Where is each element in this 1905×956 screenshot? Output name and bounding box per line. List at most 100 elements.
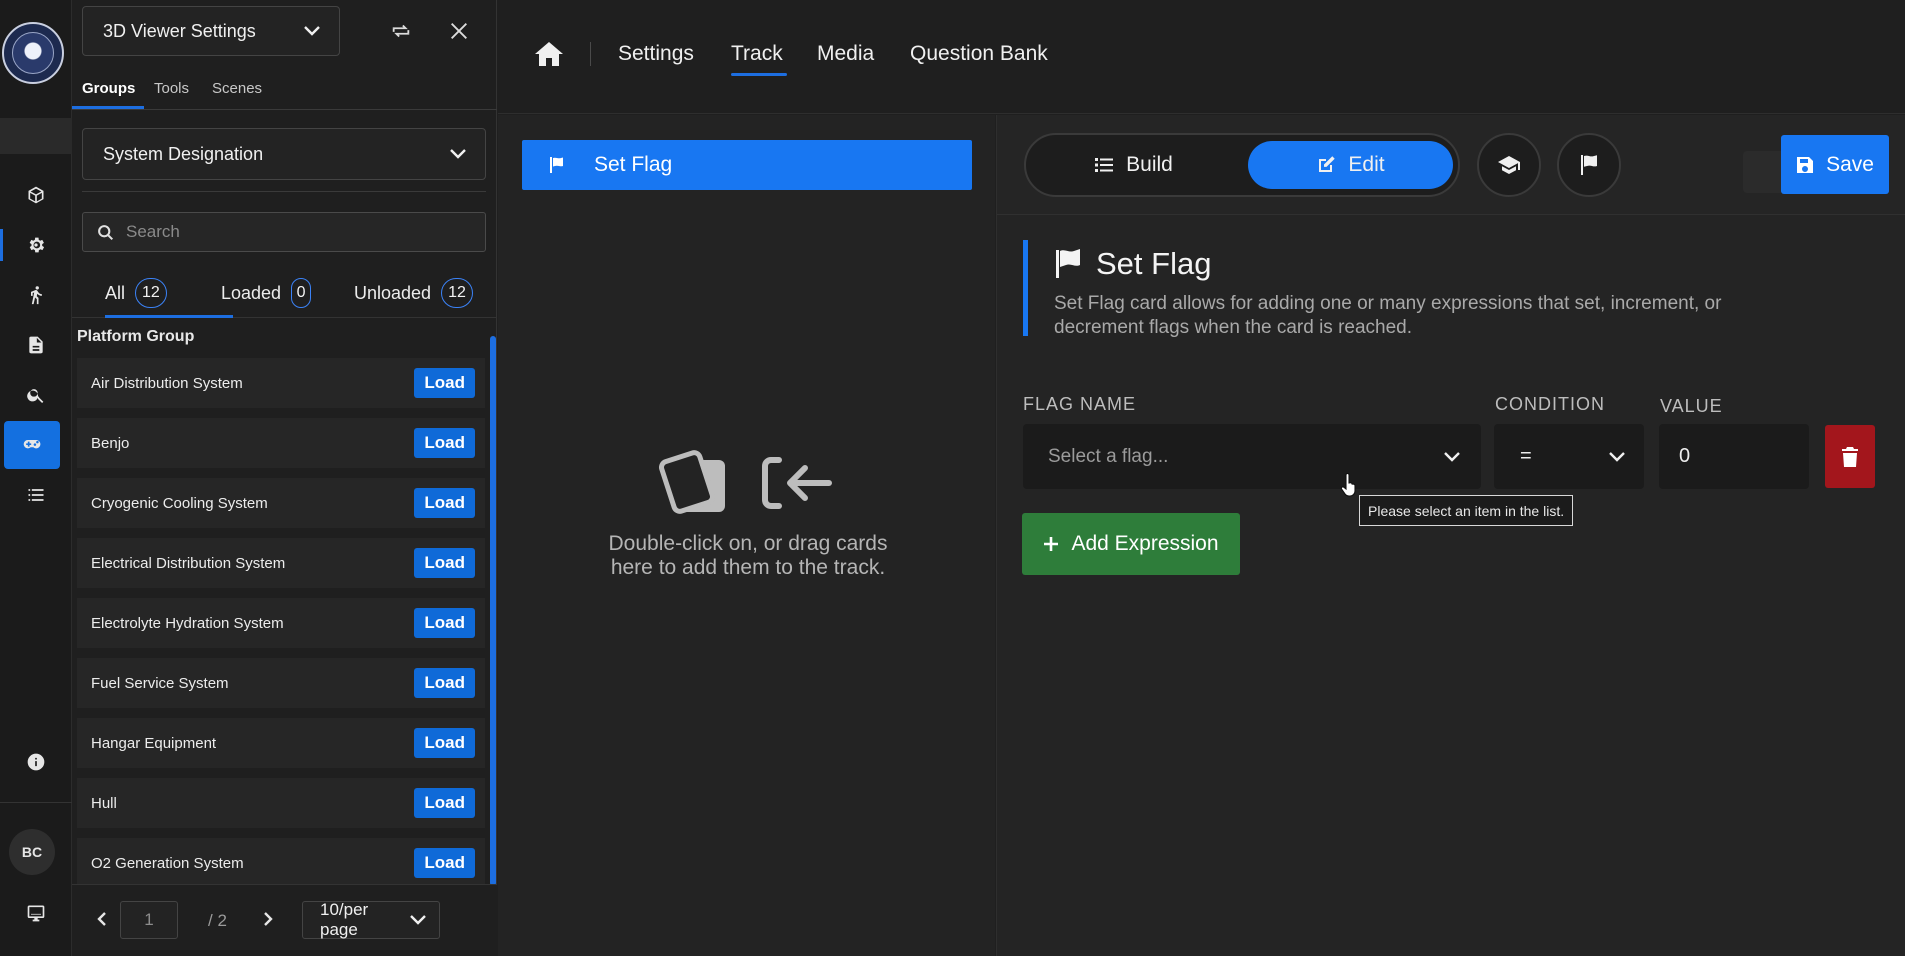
edit-icon: [1319, 156, 1336, 172]
load-button[interactable]: Load: [414, 788, 475, 818]
group-heading: Platform Group: [77, 328, 195, 345]
condition-value: =: [1520, 445, 1532, 467]
list-item: Electrolyte Hydration System Load: [77, 598, 485, 648]
track-card-set-flag[interactable]: Set Flag: [522, 140, 972, 190]
gear-icon[interactable]: [0, 221, 72, 269]
edit-mode-button[interactable]: Edit: [1248, 141, 1453, 189]
refresh-icon[interactable]: [384, 14, 418, 48]
nav-media[interactable]: Media: [817, 42, 874, 66]
load-button[interactable]: Load: [414, 668, 475, 698]
search-icon[interactable]: [0, 371, 72, 419]
chevron-right-icon[interactable]: [256, 907, 280, 931]
info-icon[interactable]: [0, 738, 72, 786]
filter-loaded-label: Loaded: [221, 282, 282, 303]
walking-figure-icon[interactable]: [0, 271, 72, 319]
load-button[interactable]: Load: [414, 848, 475, 878]
drop-zone-hint: Double-click on, or drag cards here to a…: [598, 450, 898, 580]
viewer-settings-label: 3D Viewer Settings: [103, 20, 256, 41]
filter-unloaded-count: 12: [441, 278, 473, 308]
list-item: Electrical Distribution System Load: [77, 538, 485, 588]
filter-all-count: 12: [135, 278, 167, 308]
list-item-label: Electrolyte Hydration System: [91, 614, 284, 632]
list-item: O2 Generation System Load: [77, 838, 485, 888]
app-rail: BC: [0, 0, 72, 956]
drag-in-icon: [762, 457, 832, 509]
track-area[interactable]: Set Flag Double-click on, or drag cards …: [498, 115, 995, 956]
search-field[interactable]: [82, 212, 486, 252]
avatar[interactable]: BC: [9, 829, 55, 875]
editor-toolbar: Build Edit Save: [997, 115, 1905, 215]
list-scrollbar[interactable]: [490, 336, 496, 886]
load-button[interactable]: Load: [414, 608, 475, 638]
home-icon[interactable]: [534, 40, 566, 70]
list-item-label: Air Distribution System: [91, 374, 243, 392]
nav-question-bank[interactable]: Question Bank: [910, 42, 1048, 66]
close-icon[interactable]: [442, 14, 476, 48]
card-description: Set Flag card allows for adding one or m…: [1054, 293, 1722, 338]
load-button[interactable]: Load: [414, 488, 475, 518]
search-input[interactable]: [126, 222, 456, 242]
card-header: Set Flag Set Flag card allows for adding…: [1023, 240, 1883, 338]
groups-panel: 3D Viewer Settings Groups Tools Scenes S…: [72, 0, 497, 956]
list-item-label: Fuel Service System: [91, 674, 229, 692]
flag-icon: [550, 157, 563, 173]
save-label: Save: [1826, 152, 1874, 176]
pointer-cursor-icon: [1340, 473, 1358, 497]
condition-dropdown[interactable]: =: [1494, 424, 1644, 489]
panel-tabs: Groups Tools Scenes: [72, 68, 497, 110]
gamepad-icon[interactable]: [4, 421, 60, 469]
delete-expression-button[interactable]: [1825, 425, 1875, 488]
document-icon[interactable]: [0, 321, 72, 369]
page-size-dropdown[interactable]: 10/per page: [302, 900, 440, 939]
list-item: Cryogenic Cooling System Load: [77, 478, 485, 528]
group-by-label: System Designation: [103, 143, 264, 164]
nav-track[interactable]: Track: [731, 42, 783, 66]
filter-indicator: [105, 315, 233, 318]
chevron-down-icon: [1443, 451, 1461, 463]
validation-tooltip: Please select an item in the list.: [1359, 495, 1574, 526]
chevron-left-icon[interactable]: [90, 907, 114, 931]
tab-groups[interactable]: Groups: [82, 80, 135, 97]
page-number-input[interactable]: 1: [120, 901, 178, 939]
chevron-down-icon: [409, 914, 427, 926]
cube-icon[interactable]: [0, 171, 72, 219]
save-button[interactable]: Save: [1781, 135, 1889, 194]
load-button[interactable]: Load: [414, 368, 475, 398]
list-item-label: Cryogenic Cooling System: [91, 494, 268, 512]
add-expression-button[interactable]: Add Expression: [1022, 513, 1240, 575]
monitor-icon[interactable]: [0, 889, 72, 937]
card-title-text: Set Flag: [1096, 246, 1212, 281]
nav-active-indicator: [731, 73, 787, 76]
nav-settings[interactable]: Settings: [618, 42, 694, 66]
edit-mode-label: Edit: [1348, 153, 1385, 176]
group-by-dropdown[interactable]: System Designation: [82, 128, 486, 180]
flag-icon: [1056, 249, 1080, 278]
load-button[interactable]: Load: [414, 728, 475, 758]
cards-icon: [659, 450, 725, 514]
filter-unloaded[interactable]: Unloaded 12: [354, 276, 473, 310]
track-card-label: Set Flag: [594, 153, 673, 176]
app-logo[interactable]: [2, 22, 64, 84]
filter-loaded[interactable]: Loaded 0: [221, 276, 312, 310]
flag-icon[interactable]: [1557, 133, 1621, 197]
tab-tools[interactable]: Tools: [154, 80, 189, 97]
card-title: Set Flag: [1054, 246, 1211, 282]
tab-scenes[interactable]: Scenes: [212, 80, 262, 97]
graduation-cap-icon[interactable]: [1477, 133, 1541, 197]
list-item-label: Hangar Equipment: [91, 734, 217, 752]
list-icon[interactable]: [0, 471, 72, 519]
drop-zone-text: Double-click on, or drag cards here to a…: [608, 532, 888, 579]
flag-name-label: FLAG NAME: [1023, 394, 1137, 414]
load-button[interactable]: Load: [414, 548, 475, 578]
value-field[interactable]: 0: [1659, 424, 1809, 489]
load-button[interactable]: Load: [414, 428, 475, 458]
flag-name-dropdown[interactable]: Select a flag...: [1023, 424, 1481, 489]
filter-all[interactable]: All 12: [105, 276, 167, 310]
chevron-down-icon: [303, 25, 321, 37]
condition-label: CONDITION: [1495, 394, 1605, 414]
value-label: VALUE: [1660, 396, 1723, 416]
card-editor: Build Edit Save Set Flag Set Flag card a…: [996, 115, 1905, 956]
build-mode-button[interactable]: Build: [1031, 141, 1236, 189]
viewer-settings-dropdown[interactable]: 3D Viewer Settings: [82, 6, 340, 56]
chevron-down-icon: [449, 148, 467, 160]
